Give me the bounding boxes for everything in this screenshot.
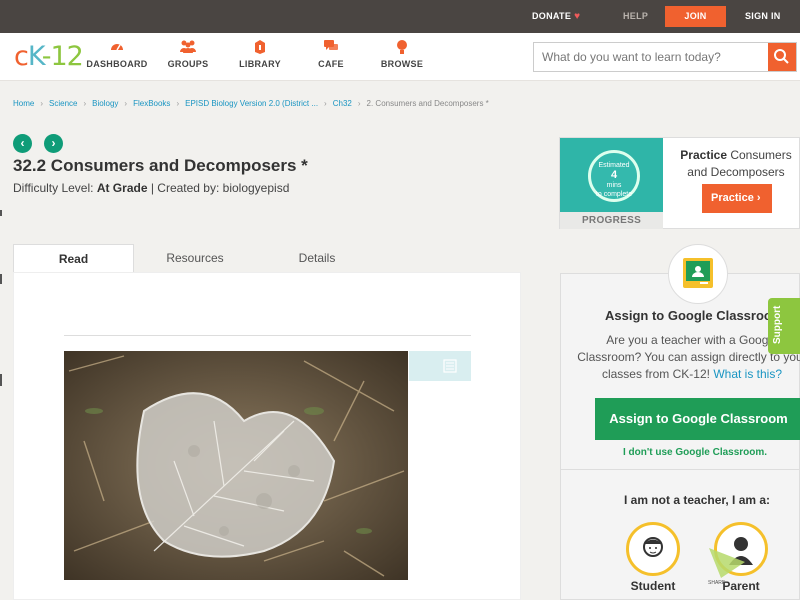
sign-in-link[interactable]: SIGN IN [745,0,781,33]
tab-details[interactable]: Details [256,244,378,273]
dont-use-classroom-link[interactable]: I don't use Google Classroom. [623,447,767,458]
main-header: cK-12 DASHBOARD GROUPS LIBRARY CAFE BROW… [0,33,800,81]
logo-k: K [27,41,43,72]
what-is-this-link[interactable]: What is this? [713,367,782,381]
search-box [533,42,797,72]
student-label: Student [630,579,676,593]
practice-button[interactable]: Practice › [702,184,772,213]
search-icon [774,49,789,64]
to-complete-label: to complete [595,191,633,198]
difficulty-value: At Grade [96,181,148,195]
student-icon [626,522,680,576]
edge-mark [0,374,2,386]
classroom-description: Are you a teacher with a Google Classroo… [577,332,800,383]
nav-label: BROWSE [380,59,424,69]
nav-label: DASHBOARD [86,59,148,69]
minutes-value: 4 [610,169,618,181]
breadcrumb-biology[interactable]: Biology [92,99,118,108]
breadcrumb: Home › Science › Biology › FlexBooks › EPISD Bio… [13,99,489,108]
assign-google-classroom-button[interactable]: Assign to Google Classroom [595,398,800,440]
google-classroom-panel: Assign to Google Classroom Are you a tea… [560,244,800,600]
logo-c: c [14,41,29,72]
nav-label: CAFE [318,59,344,69]
breadcrumb-book[interactable]: EPISD Biology Version 2.0 (District ... [185,99,318,108]
next-section-button[interactable]: › [44,134,63,153]
breadcrumb-chapter[interactable]: Ch32 [333,99,352,108]
heart-icon: ♥ [574,11,581,22]
nav-library[interactable]: LIBRARY [225,39,295,69]
practice-button-label: Practice [711,192,754,204]
progress-label: PROGRESS [560,212,663,229]
chevron-right-icon: › [83,99,87,108]
search-button[interactable] [768,43,796,71]
chevron-right-icon: › [51,136,56,150]
tab-read[interactable]: Read [13,244,134,273]
chevron-right-icon: › [324,99,327,108]
nav-browse[interactable]: BROWSE [367,39,437,69]
join-button[interactable]: JOIN [665,6,726,27]
breadcrumb-science[interactable]: Science [49,99,77,108]
practice-title-bold: Practice [680,148,727,162]
support-label: Support [772,305,783,344]
share-icon [709,548,745,578]
tab-resources[interactable]: Resources [134,244,256,273]
not-teacher-label: I am not a teacher, I am a: [624,493,771,507]
groups-icon [153,39,223,57]
estimated-label: Estimated [598,162,630,169]
chevron-right-icon: › [124,99,128,108]
nav-label: LIBRARY [239,59,281,69]
edge-mark [0,274,2,284]
content-tabs: Read Resources Details [13,244,521,273]
previous-section-button[interactable]: ‹ [13,134,32,153]
chevron-left-icon: ‹ [20,136,25,150]
google-classroom-icon [683,258,713,288]
nav-cafe[interactable]: CAFE [296,39,366,69]
practice-title: Practice Consumers and Decomposers [672,147,800,181]
estimate-badge: Estimated 4 mins to complete [588,150,640,202]
breadcrumb-home[interactable]: Home [13,99,34,108]
chevron-right-icon: › [40,99,44,108]
divider [561,469,800,470]
edge-mark [0,210,2,216]
page-meta: Difficulty Level: At Grade | Created by:… [13,181,289,195]
help-link[interactable]: HELP [623,0,648,33]
support-tab[interactable]: Support [768,298,800,354]
practice-card: Estimated 4 mins to complete PROGRESS Pr… [559,137,800,229]
breadcrumb-current: 2. Consumers and Decomposers * [366,99,489,108]
donate-link[interactable]: DONATE ♥ [532,0,580,33]
search-input[interactable] [534,43,770,71]
nav-dashboard[interactable]: DASHBOARD [82,39,152,69]
ck12-logo[interactable]: cK-12 [14,41,84,72]
breadcrumb-flexbooks[interactable]: FlexBooks [133,99,170,108]
share-label: SHARE [708,580,726,586]
chevron-right-icon: › [756,192,761,204]
share-widget[interactable]: SHARE [707,546,757,586]
cafe-icon [296,39,366,57]
nav-label: GROUPS [167,59,209,69]
classroom-icon-circle [668,244,728,304]
chevron-right-icon: › [357,99,361,108]
nav-groups[interactable]: GROUPS [153,39,223,69]
dashboard-icon [82,39,152,57]
chevron-right-icon: › [176,99,180,108]
browse-icon [367,39,437,57]
page-title: 32.2 Consumers and Decomposers * [13,156,308,175]
reader-toolbar [409,351,471,381]
library-icon [225,39,295,57]
minutes-label: mins [606,182,622,189]
notes-icon[interactable] [443,359,457,373]
created-by: | Created by: biologyepisd [147,181,290,195]
logo-12: 12 [50,41,83,72]
student-role-button[interactable]: Student [626,522,680,593]
top-bar: DONATE ♥ HELP JOIN SIGN IN [0,0,800,33]
divider [64,335,471,336]
skeleton-leaf-image [64,351,408,580]
donate-label: DONATE [532,11,572,21]
difficulty-label: Difficulty Level: [13,181,97,195]
practice-thumbnail: Estimated 4 mins to complete PROGRESS [560,138,663,229]
